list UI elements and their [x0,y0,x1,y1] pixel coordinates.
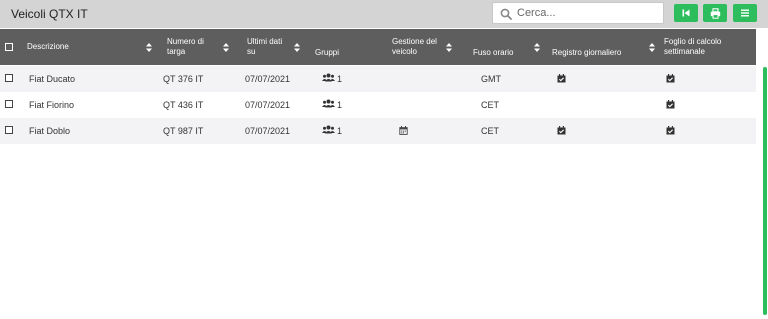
users-icon [322,73,335,84]
cell-targa: QT 987 IT [163,126,204,136]
calendar-check-icon[interactable] [557,125,566,137]
calendar-check-icon[interactable] [666,125,675,137]
sort-icon[interactable] [446,43,452,52]
sort-icon[interactable] [534,43,540,52]
users-icon [322,99,335,110]
column-header-label: Foglio di calcolo [664,37,722,46]
group-count: 1 [337,100,343,110]
cell-foglio[interactable] [666,118,675,144]
calendar-check-icon[interactable] [666,73,675,85]
column-header-label: Gruppi [315,48,340,57]
calendar-check-icon[interactable] [557,73,566,85]
sort-icon[interactable] [146,43,152,52]
users-icon [322,125,335,136]
cell-ultimi: 07/07/2021 [245,126,291,136]
table-row[interactable]: Fiat Fiorino QT 436 IT 07/07/2021 1 CET [0,92,756,118]
column-header-targa[interactable]: Numero di targa [167,29,204,65]
sort-icon[interactable] [649,43,655,52]
column-header-label: Descrizione [27,42,69,51]
scrollbar[interactable] [763,67,767,315]
top-bar: Veicoli QTX IT [0,0,768,28]
column-header-descrizione[interactable]: Descrizione [27,29,69,65]
group-count: 1 [337,74,343,84]
cell-ultimi: 07/07/2021 [245,100,291,110]
sort-icon[interactable] [294,43,300,52]
column-header-label: Numero di [167,37,204,46]
calendar-icon[interactable] [399,125,408,137]
select-all-checkbox[interactable] [5,43,13,51]
column-header-label: settimanale [664,47,705,56]
column-header-label: Gestione del [392,37,437,46]
calendar-check-icon[interactable] [666,99,675,111]
row-checkbox[interactable] [5,74,13,82]
cell-registro[interactable] [557,66,566,92]
cell-descrizione: Fiat Fiorino [29,100,75,110]
search-icon [500,8,512,20]
cell-foglio[interactable] [666,66,675,92]
column-header-ultimi[interactable]: Ultimi dati su [247,29,282,65]
cell-targa: QT 376 IT [163,74,204,84]
cell-gruppi[interactable]: 1 [322,66,342,92]
cell-fuso: CET [481,126,499,136]
sort-icon[interactable] [223,43,229,52]
table-header: Descrizione Numero di targa Ultimi dati su… [0,29,756,65]
column-header-gestione[interactable]: Gestione del veicolo [392,29,437,65]
column-header-label: veicolo [392,47,417,56]
cell-ultimi: 07/07/2021 [245,74,291,84]
cell-gruppi[interactable]: 1 [322,92,342,118]
print-button[interactable] [703,4,727,22]
column-header-label: su [247,47,256,56]
column-header-label: targa [167,47,186,56]
column-header-label: Ultimi dati [247,37,283,46]
group-count: 1 [337,126,343,136]
row-checkbox[interactable] [5,100,13,108]
menu-button[interactable] [733,4,757,22]
table-row[interactable]: Fiat Ducato QT 376 IT 07/07/2021 1 GMT [0,66,756,92]
menu-icon [741,9,749,17]
cell-descrizione: Fiat Ducato [29,74,76,84]
cell-fuso: GMT [481,74,501,84]
skip-back-icon [682,9,690,17]
cell-registro[interactable] [557,118,566,144]
cell-targa: QT 436 IT [163,100,204,110]
cell-gruppi[interactable]: 1 [322,118,342,144]
column-header-label: Registro giornaliero [552,48,622,57]
search-input[interactable] [517,5,657,21]
cell-foglio[interactable] [666,92,675,118]
search-box[interactable] [492,2,664,24]
first-page-button[interactable] [674,4,698,22]
cell-descrizione: Fiat Doblo [29,126,71,136]
cell-fuso: CET [481,100,499,110]
table-row[interactable]: Fiat Doblo QT 987 IT 07/07/2021 1 CET [0,118,756,144]
column-header-foglio[interactable]: Foglio di calcolo settimanale [664,29,721,65]
page-title: Veicoli QTX IT [11,7,88,21]
cell-gestione[interactable] [399,118,408,144]
column-header-label: Fuso orario [473,48,514,57]
printer-icon [710,7,720,19]
row-checkbox[interactable] [5,126,13,134]
